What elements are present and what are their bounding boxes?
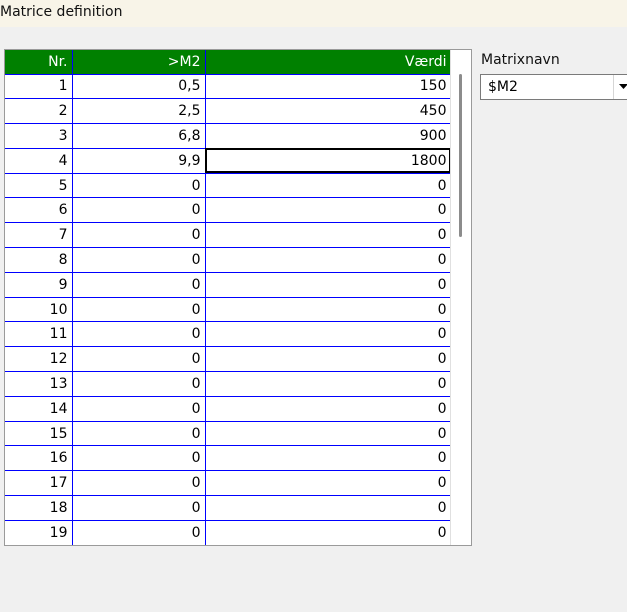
table-row: 19 0 0 [5, 520, 452, 545]
cell-nr[interactable]: 6 [5, 197, 73, 224]
cell-m2[interactable]: 9,9 [72, 148, 206, 174]
cell-nr[interactable]: 10 [5, 297, 73, 323]
cell-vaerdi[interactable]: 0 [205, 346, 452, 373]
table-row: 10 0 0 [5, 297, 452, 323]
column-header-vaerdi[interactable]: Værdi [205, 50, 452, 75]
cell-vaerdi[interactable]: 900 [205, 123, 452, 149]
cell-vaerdi[interactable]: 0 [205, 520, 452, 545]
cell-vaerdi[interactable]: 450 [205, 98, 452, 125]
table-row: 11 0 0 [5, 321, 452, 348]
cell-nr[interactable]: 3 [5, 123, 73, 149]
table-row: 14 0 0 [5, 396, 452, 422]
cell-m2[interactable]: 0 [72, 470, 206, 497]
cell-m2[interactable]: 0 [72, 272, 206, 298]
cell-m2[interactable]: 0 [72, 396, 206, 422]
matrixnavn-combobox[interactable]: $M2 [480, 74, 627, 100]
cell-nr[interactable]: 16 [5, 445, 73, 472]
cell-m2[interactable]: 0 [72, 247, 206, 273]
dropdown-arrow-icon [619, 84, 627, 89]
cell-m2[interactable]: 0 [72, 421, 206, 447]
table-row: 600 [5, 197, 452, 224]
cell-nr[interactable]: 13 [5, 371, 73, 397]
table-row: 12 0 0 [5, 346, 452, 373]
scrollbar-thumb[interactable] [459, 74, 462, 237]
cell-nr[interactable]: 15 [5, 421, 73, 447]
column-header-nr[interactable]: Nr. [5, 50, 73, 75]
table-row: 800 [5, 247, 452, 273]
cell-nr[interactable]: 14 [5, 396, 73, 422]
dropdown-button[interactable] [613, 75, 627, 99]
cell-m2[interactable]: 0,5 [72, 74, 206, 100]
table-row: 3 6,8 900 [5, 123, 452, 149]
cell-nr[interactable]: 11 [5, 321, 73, 348]
cell-m2[interactable]: 0 [72, 445, 206, 472]
matrixnavn-value: $M2 [488, 79, 518, 95]
window-title: Matrice definition [0, 4, 123, 20]
cell-nr[interactable]: 18 [5, 495, 73, 521]
header-row: Nr. >M2 Værdi [5, 50, 452, 75]
matrixnavn-label: Matrixnavn [481, 52, 560, 68]
cell-vaerdi[interactable]: 0 [205, 197, 452, 224]
cell-m2[interactable]: 6,8 [72, 123, 206, 149]
cell-nr[interactable]: 12 [5, 346, 73, 373]
cell-vaerdi[interactable]: 0 [205, 272, 452, 298]
cell-m2[interactable]: 0 [72, 173, 206, 199]
table-row: 4 9,9 1800 [5, 148, 452, 174]
table-row: 15 0 0 [5, 421, 452, 447]
cell-m2[interactable]: 0 [72, 371, 206, 397]
cell-m2[interactable]: 0 [72, 197, 206, 224]
cell-m2[interactable]: 0 [72, 321, 206, 348]
table-row: 700 [5, 222, 452, 249]
title-bar: Matrice definition [0, 0, 627, 27]
cell-vaerdi[interactable]: 0 [205, 495, 452, 521]
cell-nr[interactable]: 2 [5, 98, 73, 125]
table-row: 2 2,5 450 [5, 98, 452, 125]
cell-vaerdi[interactable]: 0 [205, 297, 452, 323]
cell-vaerdi[interactable]: 0 [205, 222, 452, 249]
cell-vaerdi[interactable]: 0 [205, 445, 452, 472]
cell-vaerdi[interactable]: 0 [205, 470, 452, 497]
cell-nr[interactable]: 7 [5, 222, 73, 249]
cell-vaerdi[interactable]: 0 [205, 371, 452, 397]
cell-nr[interactable]: 1 [5, 74, 73, 100]
column-header-m2[interactable]: >M2 [72, 50, 206, 75]
cell-nr[interactable]: 8 [5, 247, 73, 273]
cell-vaerdi[interactable]: 150 [205, 74, 452, 100]
cell-m2[interactable]: 0 [72, 297, 206, 323]
cell-vaerdi[interactable]: 0 [205, 247, 452, 273]
cell-m2[interactable]: 0 [72, 346, 206, 373]
cell-vaerdi[interactable]: 0 [205, 421, 452, 447]
cell-m2[interactable]: 0 [72, 222, 206, 249]
cell-vaerdi[interactable]: 0 [205, 396, 452, 422]
cell-nr[interactable]: 17 [5, 470, 73, 497]
table-row: 1 0,5 150 [5, 74, 452, 100]
table-row: 13 0 0 [5, 371, 452, 397]
cell-vaerdi[interactable]: 0 [205, 321, 452, 348]
matrix-table: Nr. >M2 Værdi 1 0,5 150 2 2,5 450 3 6,8 900 4 9,9 1… [5, 50, 452, 545]
cell-nr[interactable]: 5 [5, 173, 73, 199]
cell-nr[interactable]: 19 [5, 520, 73, 545]
vertical-scrollbar[interactable] [450, 50, 471, 545]
cell-vaerdi[interactable]: 1800 [205, 148, 452, 174]
table-row: 16 0 0 [5, 445, 452, 472]
matrix-grid[interactable]: Nr. >M2 Værdi 1 0,5 150 2 2,5 450 3 6,8 900 4 9,9 1… [4, 49, 472, 546]
cell-m2[interactable]: 2,5 [72, 98, 206, 125]
table-row: 17 0 0 [5, 470, 452, 497]
cell-nr[interactable]: 4 [5, 148, 73, 174]
table-row: 18 0 0 [5, 495, 452, 521]
cell-m2[interactable]: 0 [72, 520, 206, 545]
table-row: 900 [5, 272, 452, 298]
cell-m2[interactable]: 0 [72, 495, 206, 521]
cell-nr[interactable]: 9 [5, 272, 73, 298]
cell-vaerdi[interactable]: 0 [205, 173, 452, 199]
table-row: 500 [5, 173, 452, 199]
